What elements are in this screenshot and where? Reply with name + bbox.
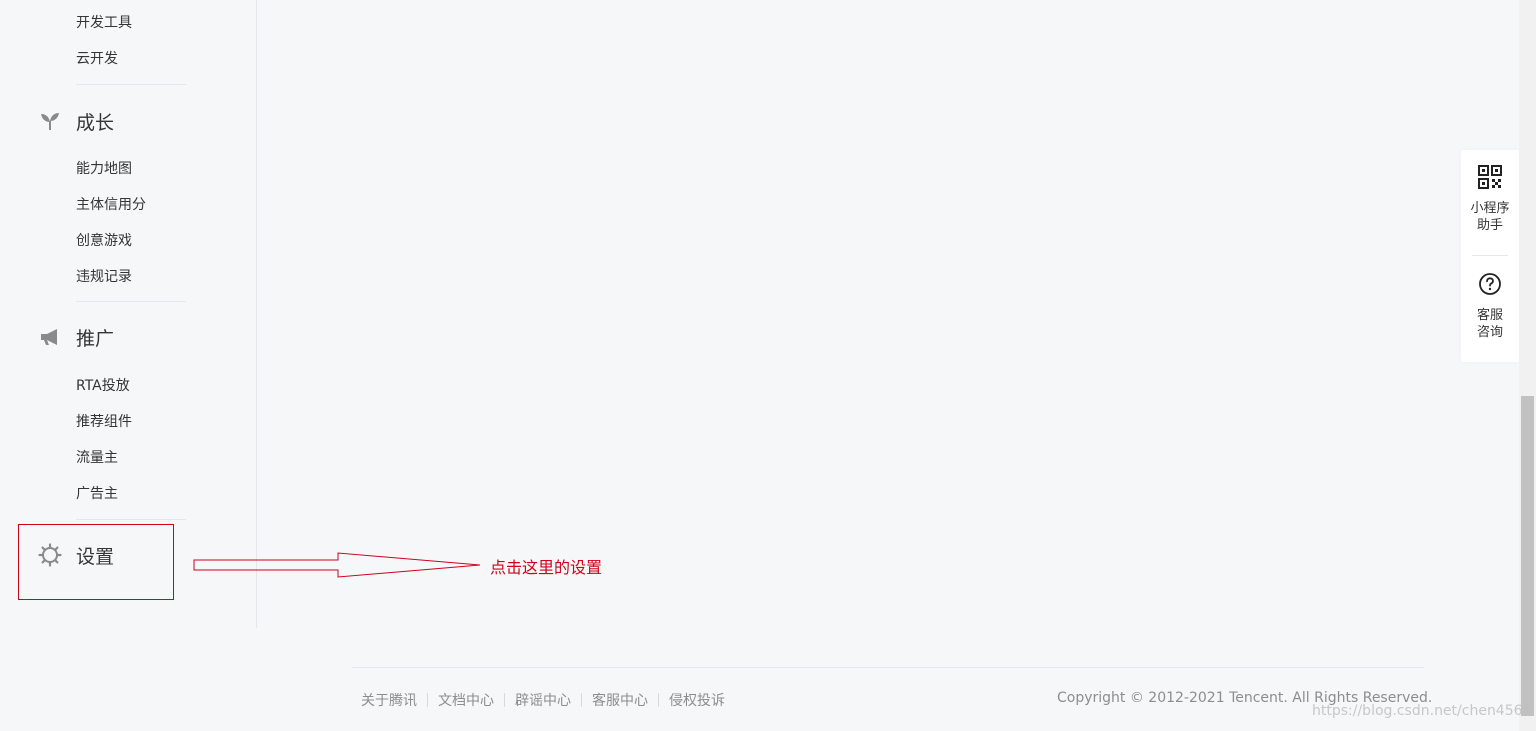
sidebar-item-publisher[interactable]: 流量主 [76,448,118,468]
page: 开发工具 云开发 成长 能力地图 主体信用分 创意游戏 违规记录 推广 RTA投… [0,0,1536,731]
watermark-text: https://blog.csdn.net/chen4565 [1312,703,1532,719]
footer-link-infringement[interactable]: 侵权投诉 [669,690,725,710]
annotation-arrow-icon [193,552,481,578]
sidebar-section-growth[interactable]: 成长 [38,108,114,134]
sidebar-item-advertiser[interactable]: 广告主 [76,484,118,504]
annotation-text: 点击这里的设置 [490,558,603,577]
footer-link-separator [504,693,505,707]
footer-link-separator [427,693,428,707]
vertical-scrollbar-thumb[interactable] [1521,396,1534,716]
sidebar-item-creative-games[interactable]: 创意游戏 [76,231,132,251]
assistant-label-line1: 小程序 [1470,201,1510,216]
sidebar-divider [76,84,186,85]
sidebar-item-capability-map[interactable]: 能力地图 [76,159,132,179]
sidebar-section-promotion[interactable]: 推广 [38,324,114,350]
footer-link-separator [581,693,582,707]
customer-consult-button[interactable]: 客服 咨询 [1461,272,1519,341]
footer-links: 关于腾讯 文档中心 辟谣中心 客服中心 侵权投诉 [361,690,725,710]
footer-link-doc-center[interactable]: 文档中心 [438,690,494,710]
sidebar-item-cloud-dev[interactable]: 云开发 [76,49,118,69]
sprout-icon [38,109,62,133]
footer-divider [352,667,1424,668]
floating-panel-divider [1472,255,1508,256]
sidebar-divider [76,519,186,520]
footer-link-rumor-center[interactable]: 辟谣中心 [515,690,571,710]
megaphone-icon [38,325,62,349]
consult-label-line1: 客服 [1476,308,1503,323]
question-circle-icon [1461,272,1519,301]
sidebar-section-label: 推广 [76,327,115,350]
sidebar-section-label: 成长 [76,111,115,134]
sidebar-item-dev-tools[interactable]: 开发工具 [76,13,132,33]
mini-program-assistant-button[interactable]: 小程序 助手 [1461,165,1519,234]
assistant-label-line2: 助手 [1476,218,1503,233]
sidebar-item-rta[interactable]: RTA投放 [76,376,130,396]
sidebar-divider [76,301,186,302]
sidebar-item-credit-score[interactable]: 主体信用分 [76,195,146,215]
annotation-highlight-box [18,524,174,600]
floating-help-panel: 小程序 助手 客服 咨询 [1461,150,1519,362]
sidebar-item-recommend-widget[interactable]: 推荐组件 [76,412,132,432]
footer-link-service-center[interactable]: 客服中心 [592,690,648,710]
qrcode-icon [1461,165,1519,194]
consult-label-line2: 咨询 [1476,325,1503,340]
footer-link-separator [658,693,659,707]
footer-link-about-tencent[interactable]: 关于腾讯 [361,690,417,710]
sidebar-item-violation-records[interactable]: 违规记录 [76,267,132,287]
